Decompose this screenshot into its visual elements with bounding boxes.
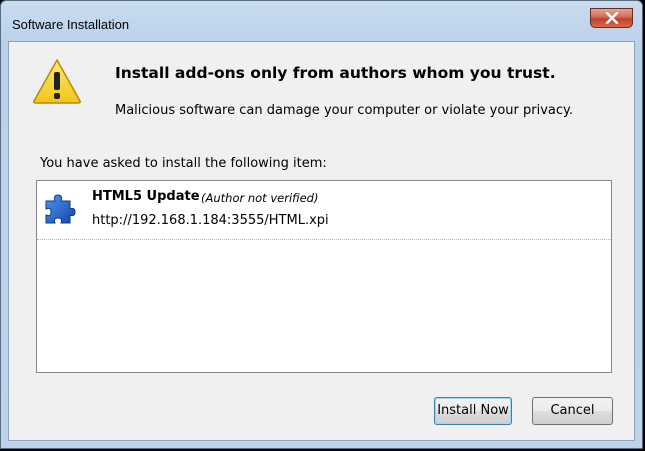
install-item-list[interactable]: HTML5 Update (Author not verified) http:… [36,180,612,373]
software-installation-dialog: Software Installation Install add-ons on… [0,0,643,449]
close-button[interactable] [590,8,633,28]
list-item[interactable]: HTML5 Update (Author not verified) http:… [37,181,611,240]
warning-message: Malicious software can damage your compu… [115,103,573,118]
puzzle-piece-icon [45,194,76,224]
addon-author-status: (Author not verified) [201,191,319,205]
install-list-label: You have asked to install the following … [40,156,327,171]
window-title: Software Installation [12,17,130,32]
warning-icon [33,59,81,104]
install-now-button[interactable]: Install Now [434,397,512,425]
close-icon [605,12,619,24]
dialog-body: Install add-ons only from authors whom y… [8,41,635,441]
warning-headline: Install add-ons only from authors whom y… [115,64,556,82]
title-bar[interactable]: Software Installation [1,1,642,41]
addon-url: http://192.168.1.184:3555/HTML.xpi [92,213,329,228]
cancel-button[interactable]: Cancel [532,397,613,425]
addon-name: HTML5 Update [92,189,200,204]
